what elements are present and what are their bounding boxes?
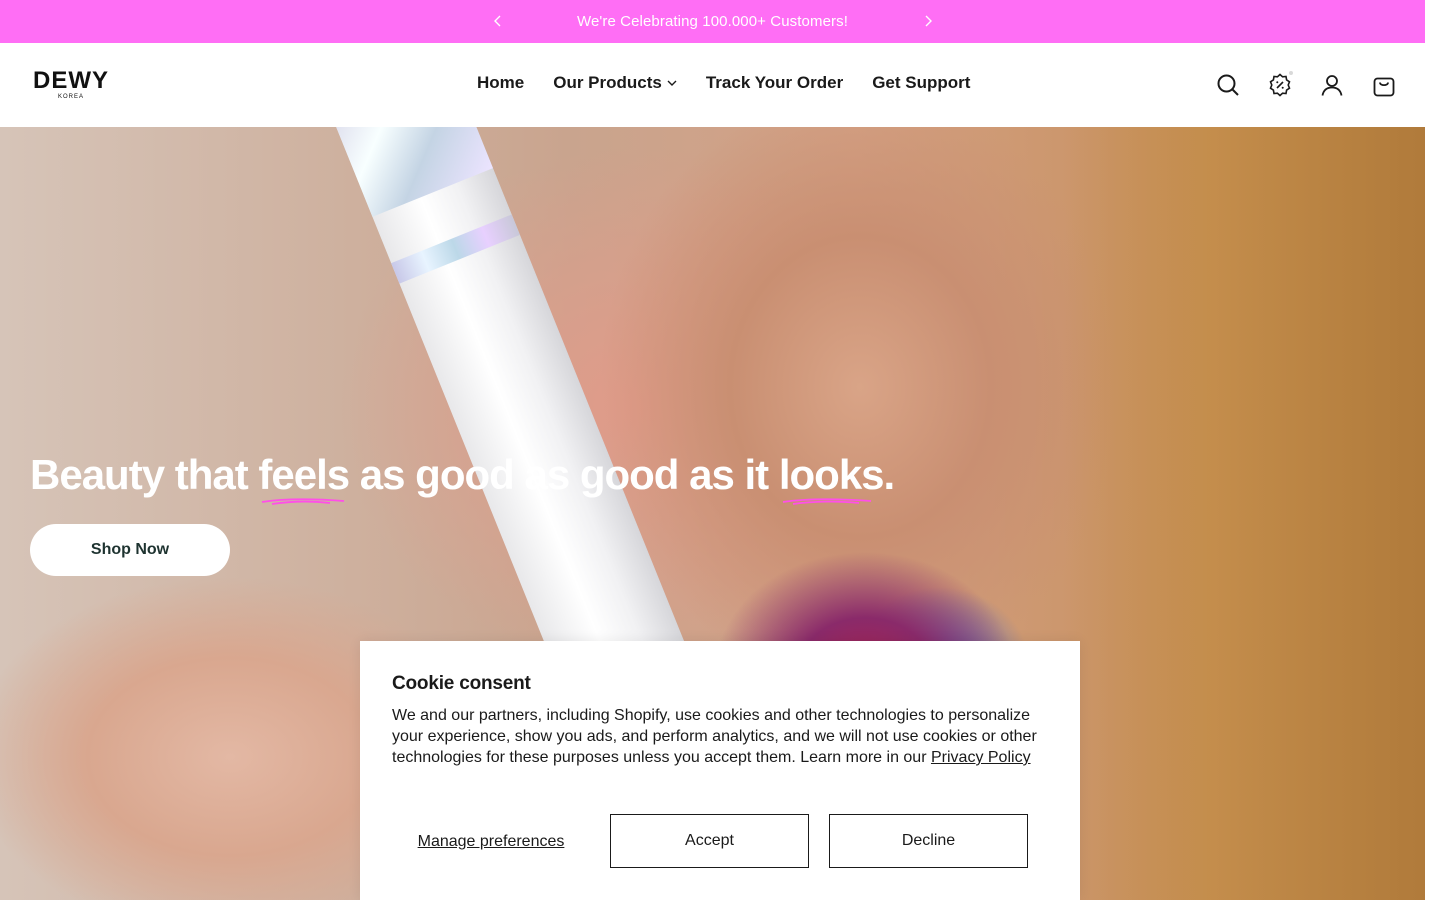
discount-badge-icon[interactable] xyxy=(1267,71,1293,98)
logo-text: DEWY xyxy=(33,67,109,94)
logo-subtext: KOREA xyxy=(57,94,84,100)
scrollbar-gutter xyxy=(1425,0,1440,900)
announcement-bar: We're Celebrating 100.000+ Customers! xyxy=(0,0,1425,43)
main-nav: Home Our Products Track Your Order Get S… xyxy=(477,73,970,93)
hero-headline: Beauty that feels as good as good as it … xyxy=(30,451,895,505)
manage-preferences-button[interactable]: Manage preferences xyxy=(392,814,590,868)
cookie-consent-dialog: Cookie consent We and our partners, incl… xyxy=(360,641,1080,900)
site-header: DEWY KOREA Home Our Products Track Your … xyxy=(0,43,1425,127)
nav-track-your-order[interactable]: Track Your Order xyxy=(706,73,843,93)
cookie-title: Cookie consent xyxy=(392,673,531,694)
header-icons xyxy=(1215,71,1397,98)
headline-highlight-feels: feels xyxy=(258,451,350,505)
headline-highlight-looks: looks xyxy=(779,451,885,505)
nav-home[interactable]: Home xyxy=(477,73,524,93)
privacy-policy-link[interactable]: Privacy Policy xyxy=(931,749,1031,766)
accept-button[interactable]: Accept xyxy=(610,814,809,868)
chevron-down-icon xyxy=(667,80,677,87)
notification-dot xyxy=(1289,71,1293,75)
shop-now-button[interactable]: Shop Now xyxy=(30,524,230,576)
announcement-text[interactable]: We're Celebrating 100.000+ Customers! xyxy=(577,13,848,30)
account-icon[interactable] xyxy=(1319,72,1345,98)
logo[interactable]: DEWY KOREA xyxy=(30,69,112,101)
search-icon[interactable] xyxy=(1215,72,1241,98)
nav-our-products[interactable]: Our Products xyxy=(553,73,677,93)
cart-icon[interactable] xyxy=(1371,72,1397,98)
nav-get-support[interactable]: Get Support xyxy=(872,73,970,93)
decline-button[interactable]: Decline xyxy=(829,814,1028,868)
hero-image-hair xyxy=(1065,127,1425,900)
cookie-body: We and our partners, including Shopify, … xyxy=(392,707,1037,766)
chevron-left-icon[interactable] xyxy=(488,11,508,31)
chevron-right-icon[interactable] xyxy=(918,11,938,31)
